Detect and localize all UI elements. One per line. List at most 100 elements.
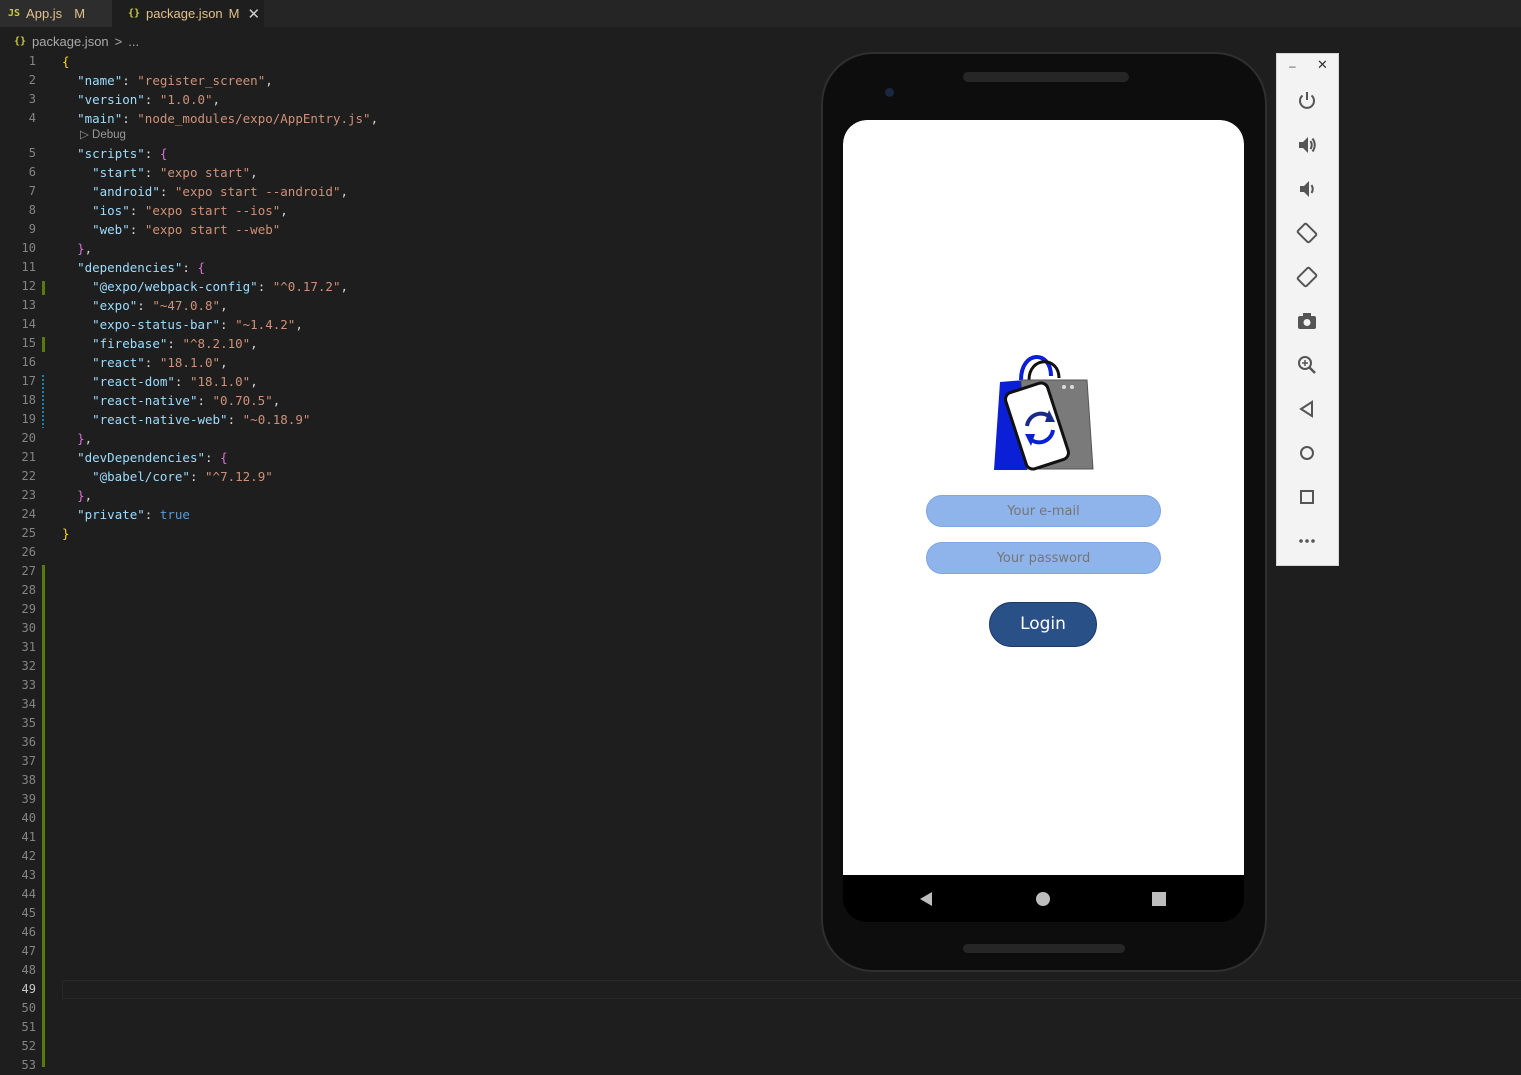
modified-indicator: M bbox=[74, 6, 86, 21]
rotate-left-icon[interactable] bbox=[1293, 219, 1321, 247]
line-number: 21 bbox=[21, 450, 36, 464]
android-emulator-device: Login bbox=[821, 52, 1267, 972]
code-line: "private": true bbox=[77, 507, 190, 522]
line-number: 53 bbox=[21, 1058, 36, 1072]
close-button[interactable]: ✕ bbox=[1317, 57, 1328, 73]
line-number: 2 bbox=[28, 73, 36, 87]
code-line: "react": "18.1.0", bbox=[92, 355, 228, 370]
nav-recents-icon[interactable] bbox=[1152, 892, 1166, 906]
code-line: "@babel/core": "^7.12.9" bbox=[92, 469, 273, 484]
code-line: "react-native": "0.70.5", bbox=[92, 393, 281, 408]
line-number: 38 bbox=[21, 773, 36, 787]
code-line: "main": "node_modules/expo/AppEntry.js", bbox=[77, 111, 379, 126]
minimize-button[interactable]: – bbox=[1289, 59, 1296, 73]
tab-app-js[interactable]: JS App.js M bbox=[0, 0, 112, 27]
line-number: 17 bbox=[21, 374, 36, 388]
debug-codelens[interactable]: ▷ Debug bbox=[80, 127, 126, 141]
tab-bar: JS App.js M {} package.json M ✕ bbox=[0, 0, 1521, 27]
line-number: 20 bbox=[21, 431, 36, 445]
code-line: "android": "expo start --android", bbox=[92, 184, 349, 199]
home-icon[interactable] bbox=[1293, 439, 1321, 467]
line-number: 3 bbox=[28, 92, 36, 106]
more-icon[interactable] bbox=[1293, 527, 1321, 555]
git-added-marker bbox=[42, 337, 45, 352]
code-line: "start": "expo start", bbox=[92, 165, 258, 180]
volume-down-icon[interactable] bbox=[1293, 175, 1321, 203]
line-number: 30 bbox=[21, 621, 36, 635]
code-line: "react-dom": "18.1.0", bbox=[92, 374, 258, 389]
code-line: "expo-status-bar": "~1.4.2", bbox=[92, 317, 303, 332]
code-line: "web": "expo start --web" bbox=[92, 222, 281, 237]
code-line: "react-native-web": "~0.18.9" bbox=[92, 412, 311, 427]
tab-label: package.json bbox=[146, 6, 223, 21]
line-number: 45 bbox=[21, 906, 36, 920]
code-line: "dependencies": { bbox=[77, 260, 206, 275]
code-line: }, bbox=[77, 488, 93, 503]
breadcrumb-separator: > bbox=[114, 33, 123, 49]
line-number: 31 bbox=[21, 640, 36, 654]
line-number: 29 bbox=[21, 602, 36, 616]
line-number: 36 bbox=[21, 735, 36, 749]
overview-icon[interactable] bbox=[1293, 483, 1321, 511]
line-number: 5 bbox=[28, 146, 36, 160]
code-line: { bbox=[62, 54, 70, 69]
breadcrumb-rest[interactable]: ... bbox=[128, 34, 139, 49]
line-number: 32 bbox=[21, 659, 36, 673]
code-line: "ios": "expo start --ios", bbox=[92, 203, 288, 218]
app-login-screen: Login bbox=[843, 120, 1244, 875]
front-camera bbox=[885, 88, 894, 97]
power-icon[interactable] bbox=[1293, 87, 1321, 115]
line-number: 37 bbox=[21, 754, 36, 768]
nav-back-icon[interactable] bbox=[920, 892, 932, 906]
code-line: "expo": "~47.0.8", bbox=[92, 298, 228, 313]
current-line-highlight bbox=[62, 980, 1521, 999]
line-number: 52 bbox=[21, 1039, 36, 1053]
line-number: 11 bbox=[21, 260, 36, 274]
line-number: 40 bbox=[21, 811, 36, 825]
line-number: 25 bbox=[21, 526, 36, 540]
line-number: 35 bbox=[21, 716, 36, 730]
json-file-icon: {} bbox=[14, 35, 27, 47]
line-number: 44 bbox=[21, 887, 36, 901]
login-button[interactable]: Login bbox=[989, 602, 1097, 647]
line-number: 50 bbox=[21, 1001, 36, 1015]
code-line: "@expo/webpack-config": "^0.17.2", bbox=[92, 279, 349, 294]
git-added-marker bbox=[42, 565, 45, 1067]
line-number: 46 bbox=[21, 925, 36, 939]
line-number: 28 bbox=[21, 583, 36, 597]
volume-up-icon[interactable] bbox=[1293, 131, 1321, 159]
git-added-marker bbox=[42, 281, 45, 295]
line-number: 51 bbox=[21, 1020, 36, 1034]
git-modified-marker bbox=[42, 375, 44, 428]
back-icon[interactable] bbox=[1293, 395, 1321, 423]
code-line: }, bbox=[77, 241, 93, 256]
close-tab-icon[interactable]: ✕ bbox=[248, 5, 261, 23]
line-number: 39 bbox=[21, 792, 36, 806]
rotate-right-icon[interactable] bbox=[1293, 263, 1321, 291]
tab-package-json[interactable]: {} package.json M ✕ bbox=[112, 0, 264, 27]
nav-home-icon[interactable] bbox=[1036, 892, 1050, 906]
zoom-icon[interactable] bbox=[1293, 351, 1321, 379]
breadcrumb-file[interactable]: package.json bbox=[32, 34, 109, 49]
email-field[interactable] bbox=[926, 495, 1161, 527]
line-number: 14 bbox=[21, 317, 36, 331]
line-number: 19 bbox=[21, 412, 36, 426]
top-speaker bbox=[963, 72, 1129, 82]
line-number: 22 bbox=[21, 469, 36, 483]
line-number: 23 bbox=[21, 488, 36, 502]
tab-label: App.js bbox=[26, 6, 63, 21]
device-screen[interactable]: Login bbox=[843, 120, 1244, 922]
password-field[interactable] bbox=[926, 542, 1161, 574]
line-number: 7 bbox=[28, 184, 36, 198]
line-number: 16 bbox=[21, 355, 36, 369]
camera-icon[interactable] bbox=[1293, 307, 1321, 335]
line-number: 6 bbox=[28, 165, 36, 179]
emulator-toolbar: – ✕ bbox=[1276, 53, 1339, 566]
json-file-icon: {} bbox=[128, 8, 141, 19]
bottom-speaker bbox=[963, 944, 1125, 953]
line-number: 4 bbox=[28, 111, 36, 125]
code-line: "devDependencies": { bbox=[77, 450, 228, 465]
android-nav-bar bbox=[843, 875, 1244, 922]
line-number: 33 bbox=[21, 678, 36, 692]
line-number: 47 bbox=[21, 944, 36, 958]
